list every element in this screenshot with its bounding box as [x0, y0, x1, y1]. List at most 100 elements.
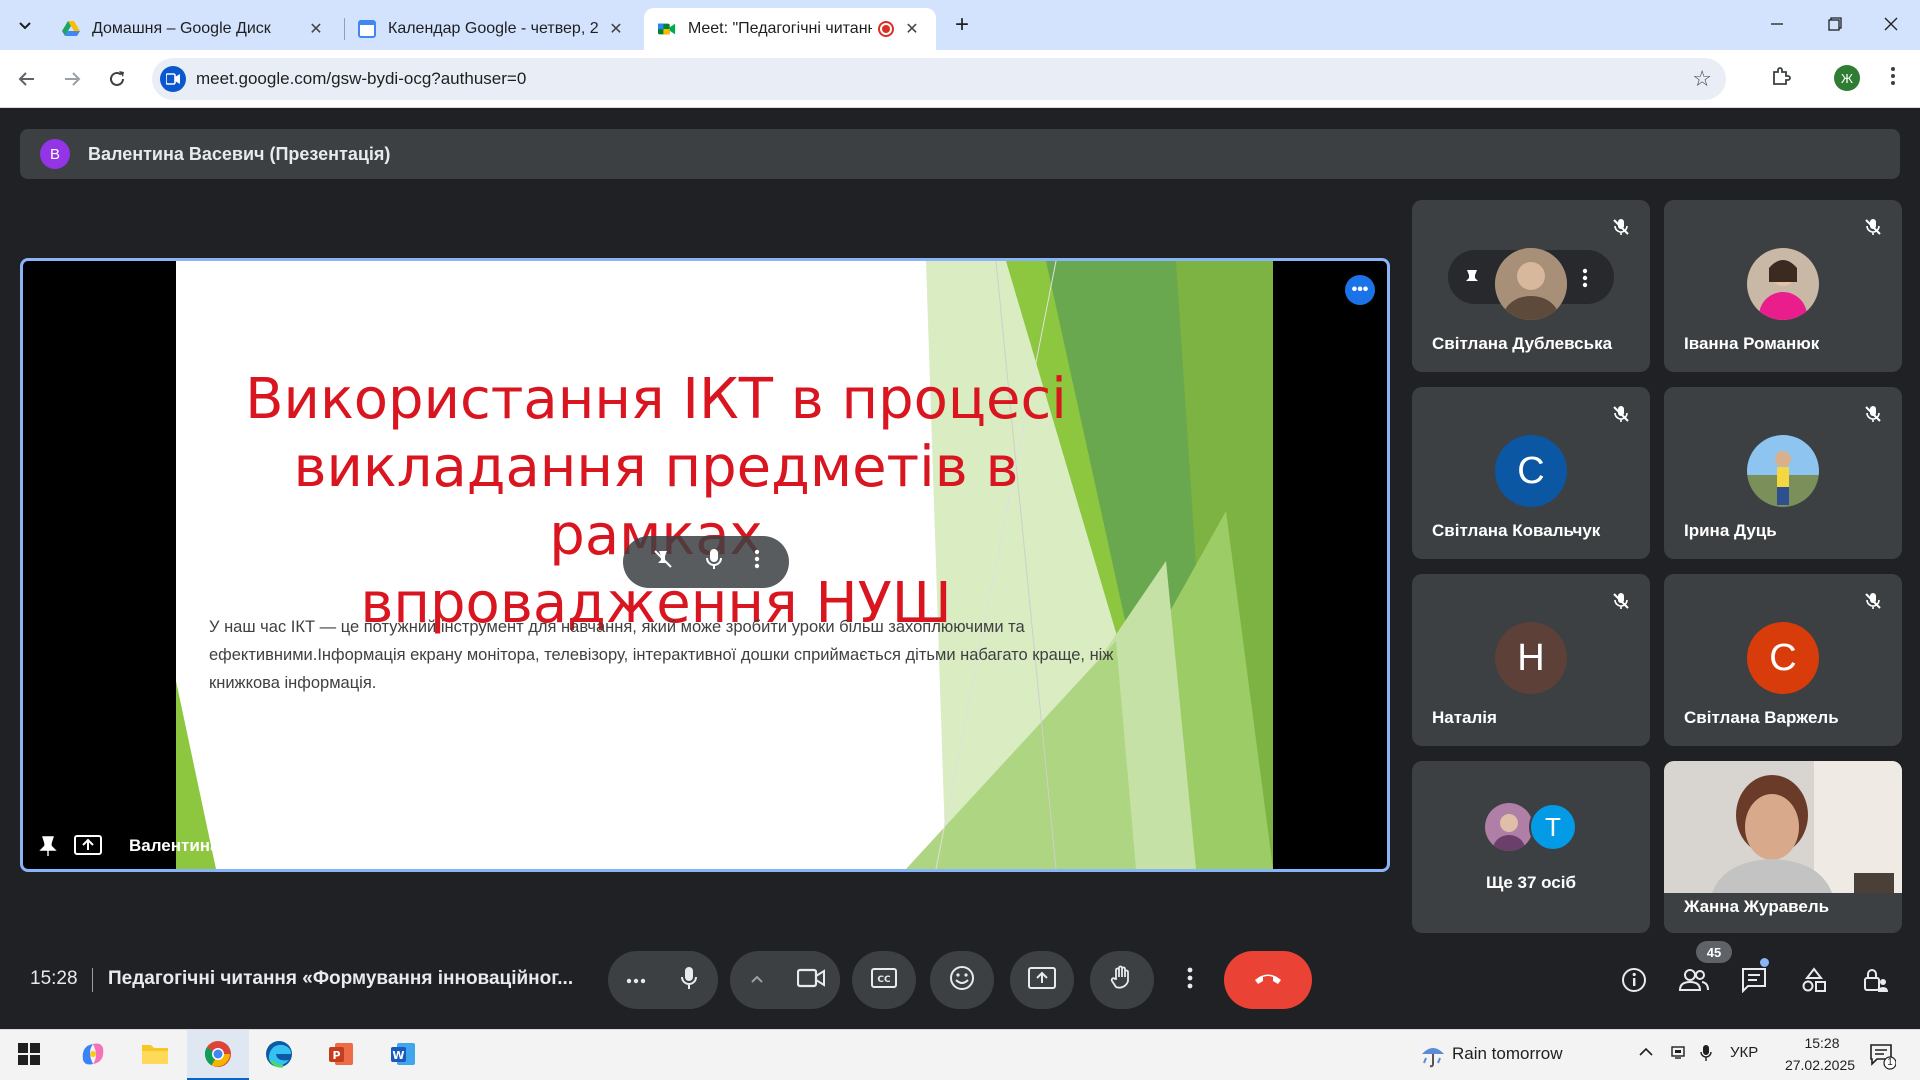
- participant-photo-avatar: [1747, 435, 1819, 507]
- pin-icon[interactable]: [33, 831, 63, 861]
- stage-participant-name: Валентина Васевич: [129, 836, 296, 855]
- reload-button[interactable]: [100, 62, 134, 96]
- closed-captions-icon: CC: [871, 967, 897, 993]
- unpin-icon[interactable]: [652, 548, 674, 576]
- camera-button[interactable]: [782, 951, 840, 1009]
- weather-text[interactable]: Rain tomorrow: [1452, 1044, 1563, 1064]
- more-horiz-icon[interactable]: [626, 971, 646, 989]
- minimize-button[interactable]: [1748, 0, 1806, 48]
- stage-footer: Валентина Васевич: [33, 831, 296, 861]
- presentation-label: Валентина Васевич (Презентація): [88, 143, 391, 164]
- input-language[interactable]: УКР: [1730, 1044, 1758, 1061]
- address-bar[interactable]: meet.google.com/gsw-bydi-ocg?authuser=0 …: [152, 58, 1726, 100]
- taskbar-time[interactable]: 15:28: [1792, 1035, 1852, 1051]
- participant-tile[interactable]: Ірина Дуць: [1664, 387, 1902, 559]
- microphone-icon[interactable]: [705, 548, 723, 576]
- present-screen-button[interactable]: [1010, 951, 1074, 1009]
- close-tab-icon[interactable]: ✕: [306, 19, 326, 39]
- bookmark-star-icon[interactable]: ☆: [1692, 66, 1712, 92]
- taskbar-chrome[interactable]: [197, 1038, 239, 1074]
- tab-title: Домашня – Google Диск: [92, 20, 271, 37]
- presentation-stage[interactable]: Використання ІКТ в процесі викладання пр…: [20, 258, 1390, 872]
- meet-main: В Валентина Васевич (Презентація) Викори…: [0, 109, 1920, 1029]
- participant-tile[interactable]: Іванна Романюк: [1664, 200, 1902, 372]
- google-calendar-icon: [358, 20, 376, 38]
- taskbar-file-explorer[interactable]: [134, 1038, 176, 1074]
- more-options-button[interactable]: [1168, 951, 1212, 1009]
- taskbar-date[interactable]: 27.02.2025: [1775, 1057, 1865, 1073]
- activities-button[interactable]: [1792, 960, 1836, 1004]
- tab-google-drive[interactable]: Домашня – Google Диск ✕: [48, 8, 340, 50]
- slide-body-line: ефективними.Інформація екрану монітора, …: [209, 646, 1114, 664]
- microphone-button[interactable]: [660, 951, 718, 1009]
- close-tab-icon[interactable]: ✕: [902, 19, 922, 39]
- back-button[interactable]: [10, 62, 44, 96]
- slide-body-line: книжкова інформація.: [209, 674, 377, 692]
- participant-initial-avatar: С: [1495, 435, 1567, 507]
- participant-name: Світлана Варжель: [1684, 708, 1839, 727]
- windows-logo-icon: [18, 1042, 40, 1070]
- participant-tile[interactable]: С Світлана Варжель: [1664, 574, 1902, 746]
- presenter-avatar: В: [40, 139, 70, 169]
- participant-name: Світлана Дублевська: [1432, 334, 1613, 353]
- reactions-button[interactable]: [930, 951, 994, 1009]
- screen-share-icon: [73, 831, 103, 861]
- people-button[interactable]: [1672, 960, 1716, 1004]
- presentation-banner: В Валентина Васевич (Презентація): [20, 129, 1900, 179]
- site-info-icon[interactable]: [160, 66, 186, 92]
- close-window-button[interactable]: [1862, 0, 1920, 48]
- chat-button[interactable]: [1732, 960, 1776, 1004]
- taskbar-word[interactable]: W: [382, 1038, 424, 1074]
- participant-name: Наталія: [1432, 708, 1497, 727]
- more-vert-icon: [1890, 66, 1896, 92]
- mic-off-icon: [1860, 588, 1886, 614]
- stage-more-options-button[interactable]: •••: [1345, 275, 1375, 305]
- participant-tile[interactable]: Н Наталія: [1412, 574, 1650, 746]
- start-button[interactable]: [8, 1038, 50, 1074]
- device-icon[interactable]: [1670, 1044, 1686, 1064]
- svg-text:P: P: [332, 1049, 340, 1062]
- more-participants-tile[interactable]: Т Ще 37 осіб: [1412, 761, 1650, 933]
- hand-icon: [1110, 965, 1134, 996]
- puzzle-icon: [1771, 66, 1791, 92]
- meeting-title[interactable]: Педагогічні читання «Формування інноваці…: [108, 968, 573, 990]
- participant-tile[interactable]: Світлана Дублевська: [1412, 200, 1650, 372]
- more-vert-icon[interactable]: [754, 549, 760, 575]
- leave-call-button[interactable]: [1224, 951, 1312, 1009]
- people-icon: [1678, 968, 1709, 997]
- powerpoint-icon: P: [327, 1040, 355, 1073]
- meeting-details-button[interactable]: [1612, 960, 1656, 1004]
- tab-google-meet[interactable]: Meet: "Педагогічні читанн ✕: [644, 8, 936, 50]
- captions-button[interactable]: CC: [852, 951, 916, 1009]
- pin-icon[interactable]: [1464, 268, 1480, 293]
- copilot-icon: [79, 1040, 107, 1073]
- tab-search-button[interactable]: [8, 9, 42, 43]
- emoji-icon: [949, 965, 975, 996]
- more-vert-icon[interactable]: [1582, 268, 1588, 293]
- profile-avatar[interactable]: Ж: [1834, 65, 1860, 91]
- participant-name: Ірина Дуць: [1684, 521, 1777, 540]
- forward-button[interactable]: [55, 62, 89, 96]
- extensions-button[interactable]: [1764, 62, 1798, 96]
- close-tab-icon[interactable]: ✕: [606, 19, 626, 39]
- info-icon: [1621, 967, 1647, 998]
- chevron-up-icon[interactable]: [750, 971, 764, 989]
- taskbar-powerpoint[interactable]: P: [320, 1038, 362, 1074]
- self-view-tile[interactable]: Жанна Журавель: [1664, 761, 1902, 933]
- word-icon: W: [389, 1040, 417, 1073]
- chevron-up-icon[interactable]: [1638, 1044, 1654, 1061]
- call-end-icon: [1253, 971, 1283, 990]
- microphone-tray-icon[interactable]: [1700, 1044, 1712, 1066]
- more-vert-icon: [1187, 967, 1193, 994]
- host-controls-button[interactable]: [1854, 960, 1898, 1004]
- new-tab-button[interactable]: +: [947, 10, 977, 40]
- taskbar-edge[interactable]: [258, 1038, 300, 1074]
- separator: [92, 968, 93, 992]
- raise-hand-button[interactable]: [1090, 951, 1154, 1009]
- taskbar-copilot[interactable]: [72, 1038, 114, 1074]
- chrome-menu-button[interactable]: [1876, 62, 1910, 96]
- google-drive-icon: [62, 20, 80, 38]
- participant-tile[interactable]: С Світлана Ковальчук: [1412, 387, 1650, 559]
- restore-button[interactable]: [1806, 0, 1864, 48]
- tab-google-calendar[interactable]: Календар Google - четвер, 27 ✕: [344, 8, 640, 50]
